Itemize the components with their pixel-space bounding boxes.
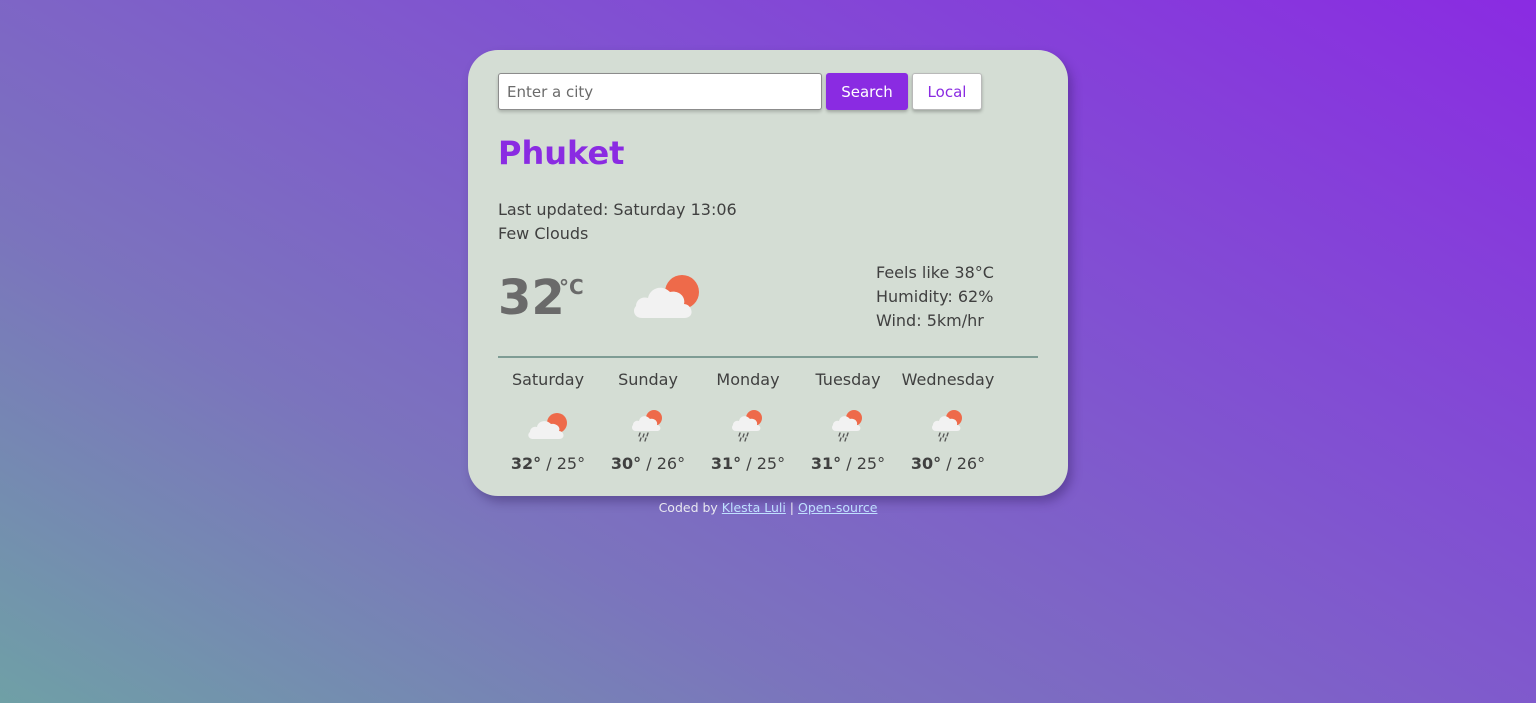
forecast-day-name: Sunday [618, 370, 678, 389]
wind: Wind: 5km/hr [876, 311, 984, 330]
current-temperature: 32 [498, 270, 565, 326]
city-search-input[interactable] [498, 73, 822, 110]
forecast-day: Sunday 30° / 26° [598, 370, 698, 473]
humidity: Humidity: 62% [876, 287, 994, 306]
forecast-max: 31° [810, 454, 842, 473]
forecast-min: / 25° [541, 454, 586, 473]
rain-icon [698, 402, 798, 450]
city-name: Phuket [498, 134, 625, 172]
divider [498, 356, 1038, 358]
weather-details: Feels like 38°C Humidity: 62% Wind: 5km/… [876, 261, 994, 333]
forecast-max: 30° [910, 454, 942, 473]
forecast-day: Monday 31° / 25° [698, 370, 798, 473]
weather-card: Search Local Phuket Last updated: Saturd… [468, 50, 1068, 496]
forecast-day: Tuesday 31° / 25° [798, 370, 898, 473]
feels-like: Feels like 38°C [876, 263, 994, 282]
forecast-min: / 26° [941, 454, 986, 473]
forecast-min: / 26° [641, 454, 686, 473]
search-button[interactable]: Search [826, 73, 908, 110]
forecast-day: Wednesday 30° / 26° [898, 370, 998, 473]
last-updated: Last updated: Saturday 13:06 [498, 200, 737, 219]
forecast-day-name: Monday [716, 370, 780, 389]
author-link[interactable]: Klesta Luli [722, 500, 786, 515]
forecast-day-name: Tuesday [815, 370, 881, 389]
temperature-unit: °C [559, 275, 584, 299]
rain-icon [898, 402, 998, 450]
forecast-max: 30° [610, 454, 642, 473]
forecast-max: 31° [710, 454, 742, 473]
forecast-day-name: Wednesday [901, 370, 995, 389]
forecast-max: 32° [510, 454, 542, 473]
forecast-day-name: Saturday [511, 370, 585, 389]
weather-description: Few Clouds [498, 224, 589, 243]
open-source-link[interactable]: Open-source [798, 500, 877, 515]
footer-separator: | [785, 500, 798, 515]
few-clouds-icon [632, 272, 700, 324]
footer-prefix: Coded by [658, 500, 722, 515]
forecast-min: / 25° [841, 454, 886, 473]
forecast-min: / 25° [741, 454, 786, 473]
forecast-day: Saturday 32° / 25° [498, 370, 598, 473]
few-clouds-icon [498, 402, 598, 450]
forecast-list: Saturday 32° / 25° Sunday 30° / 26° Mond… [498, 370, 998, 473]
footer: Coded by Klesta Luli | Open-source [0, 500, 1536, 515]
rain-icon [798, 402, 898, 450]
local-button[interactable]: Local [912, 73, 982, 110]
rain-icon [598, 402, 698, 450]
